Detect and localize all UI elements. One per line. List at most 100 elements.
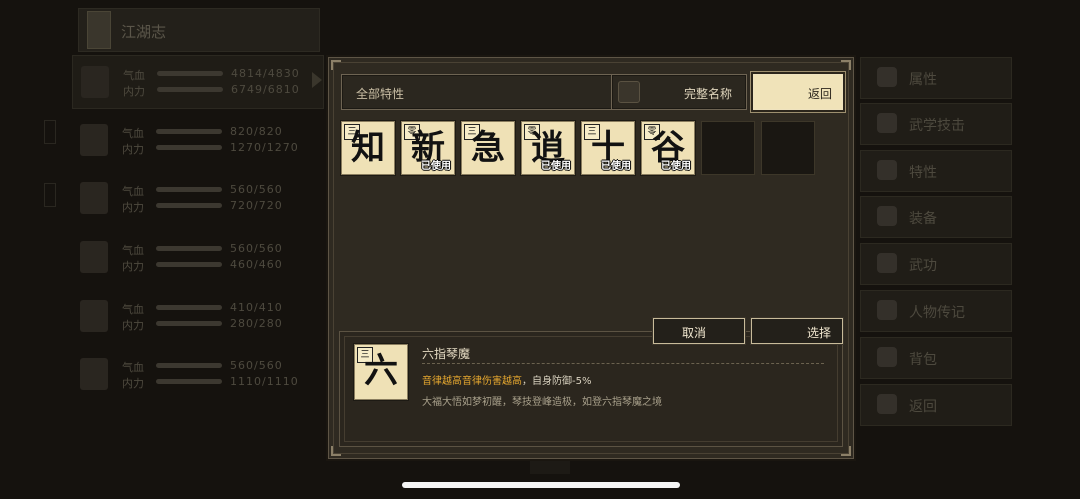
qi-bar <box>156 305 222 310</box>
home-indicator[interactable] <box>402 482 680 488</box>
back-button[interactable]: 返回 <box>753 74 843 110</box>
trait-glyph: 急 <box>471 128 505 168</box>
character-row[interactable]: 气血 560/560 内力 720/720 <box>72 172 322 224</box>
effect-highlight: 音律越高音律伤害越高 <box>422 376 522 387</box>
trait-glyph: 六 <box>364 351 398 391</box>
back-label: 返回 <box>808 87 833 101</box>
selected-trait-card: 三 六 <box>354 344 408 400</box>
menu-label: 武功 <box>909 258 937 274</box>
neili-label: 内力 <box>122 319 144 332</box>
select-button[interactable]: 选择 <box>751 318 843 344</box>
neili-value: 720/720 <box>230 199 283 212</box>
qi-value: 560/560 <box>230 359 283 372</box>
qi-bar <box>156 187 222 192</box>
martial-icon <box>877 113 897 133</box>
neili-value: 1270/1270 <box>230 141 299 154</box>
frame-corner <box>331 60 341 70</box>
avatar <box>80 124 108 156</box>
menu-biography[interactable]: 人物传记 <box>860 290 1012 332</box>
menu-label: 背包 <box>909 352 937 368</box>
cancel-button[interactable]: 取消 <box>653 318 745 344</box>
menu-label: 特性 <box>909 165 937 181</box>
neili-bar <box>156 321 222 326</box>
menu-equipment[interactable]: 装备 <box>860 196 1012 238</box>
full-name-checkbox[interactable] <box>618 81 640 103</box>
frame-corner <box>331 446 341 456</box>
menu-attributes[interactable]: 属性 <box>860 57 1012 99</box>
menu-label: 返回 <box>909 399 937 415</box>
trait-card[interactable]: 三 急 <box>461 121 515 175</box>
select-label: 选择 <box>807 326 832 340</box>
trait-card[interactable]: 零 谷 已使用 <box>641 121 695 175</box>
sword-icon <box>877 206 897 226</box>
menu-kungfu[interactable]: 武功 <box>860 243 1012 285</box>
qi-value: 410/410 <box>230 301 283 314</box>
trait-filter-dropdown[interactable]: 全部特性 <box>341 74 613 110</box>
qi-value: 4814/4830 <box>231 67 300 80</box>
neili-label: 内力 <box>123 85 145 98</box>
menu-bag[interactable]: 背包 <box>860 337 1012 379</box>
empty-trait-slot[interactable] <box>701 121 755 175</box>
neili-bar <box>156 262 222 267</box>
character-row[interactable]: 气血 560/560 内力 1110/1110 <box>72 348 322 400</box>
character-row[interactable]: 气血 4814/4830 内力 6749/6810 <box>72 55 324 109</box>
character-row[interactable]: 气血 410/410 内力 280/280 <box>72 290 322 342</box>
neili-bar <box>156 145 222 150</box>
filter-label: 全部特性 <box>356 87 405 101</box>
detail-divider <box>422 363 824 364</box>
neili-bar <box>156 379 222 384</box>
trait-icon <box>877 160 897 180</box>
neili-value: 280/280 <box>230 317 283 330</box>
selected-arrow-icon <box>312 72 322 88</box>
avatar <box>81 66 109 98</box>
qi-label: 气血 <box>122 185 144 198</box>
avatar <box>80 182 108 214</box>
side-tab-decoration <box>44 120 56 144</box>
detail-frame <box>344 336 838 442</box>
qi-label: 气血 <box>122 361 144 374</box>
neili-bar <box>157 87 223 92</box>
used-stamp: 已使用 <box>421 161 451 172</box>
neili-value: 1110/1110 <box>230 375 299 388</box>
neili-label: 内力 <box>122 201 144 214</box>
trait-effect: 音律越高音律伤害越高，自身防御-5% <box>422 372 591 387</box>
menu-label: 武学技击 <box>909 118 965 134</box>
menu-traits[interactable]: 特性 <box>860 150 1012 192</box>
qi-value: 820/820 <box>230 125 283 138</box>
menu-label: 属性 <box>909 72 937 88</box>
cancel-label: 取消 <box>682 326 707 340</box>
trait-name: 六指琴魔 <box>422 347 471 361</box>
qi-value: 560/560 <box>230 242 283 255</box>
trait-card[interactable]: 三 知 <box>341 121 395 175</box>
used-stamp: 已使用 <box>541 161 571 172</box>
trait-description: 大福大悟如梦初醒，琴技登峰造极，如登六指琴魔之境 <box>422 397 662 408</box>
neili-value: 6749/6810 <box>231 83 300 96</box>
qi-bar <box>156 363 222 368</box>
trait-detail-panel: 三 六 六指琴魔 音律越高音律伤害越高，自身防御-5% 大福大悟如梦初醒，琴技登… <box>339 331 843 447</box>
trait-card[interactable]: 零 逍 已使用 <box>521 121 575 175</box>
full-name-toggle[interactable]: 完整名称 <box>611 74 747 110</box>
avatar <box>80 358 108 390</box>
qi-value: 560/560 <box>230 183 283 196</box>
qi-label: 气血 <box>122 127 144 140</box>
neili-label: 内力 <box>122 143 144 156</box>
used-stamp: 已使用 <box>601 161 631 172</box>
menu-martial-skills[interactable]: 武学技击 <box>860 103 1012 145</box>
frame-corner <box>841 446 851 456</box>
bag-icon <box>877 347 897 367</box>
neili-value: 460/460 <box>230 258 283 271</box>
qi-label: 气血 <box>123 69 145 82</box>
empty-trait-slot[interactable] <box>761 121 815 175</box>
qi-bar <box>156 246 222 251</box>
neili-label: 内力 <box>122 377 144 390</box>
trait-card[interactable]: 三 十 已使用 <box>581 121 635 175</box>
qi-label: 气血 <box>122 303 144 316</box>
qi-label: 气血 <box>122 244 144 257</box>
character-row[interactable]: 气血 560/560 内力 460/460 <box>72 231 322 283</box>
person-icon <box>877 67 897 87</box>
menu-back[interactable]: 返回 <box>860 384 1012 426</box>
trait-card[interactable]: 零 新 已使用 <box>401 121 455 175</box>
avatar <box>80 300 108 332</box>
avatar <box>80 241 108 273</box>
character-row[interactable]: 气血 820/820 内力 1270/1270 <box>72 114 322 166</box>
